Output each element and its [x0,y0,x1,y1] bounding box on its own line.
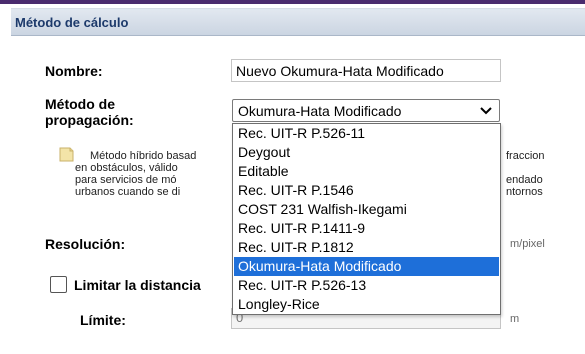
description-line: endado [506,174,543,186]
propagation-method-dropdown[interactable]: Rec. UIT-R P.526-11 Deygout Editable Rec… [232,123,501,315]
name-input[interactable]: Nuevo Okumura-Hata Modificado [231,59,501,82]
dropdown-option[interactable]: Rec. UIT-R P.526-13 [234,276,499,295]
panel-header: Método de cálculo [11,8,585,36]
resolution-label: Resolución: [45,236,126,252]
dropdown-option[interactable]: Rec. UIT-R P.1546 [234,181,499,200]
description-line: ntornos [506,186,543,198]
description-line: fraccion [506,150,545,162]
chevron-down-icon [480,107,492,115]
description-line: urbanos cuando se di [75,186,181,198]
dropdown-option[interactable]: Longley-Rice [234,295,499,314]
resolution-unit: m/pixel [510,238,545,250]
limit-distance-checkbox[interactable] [50,276,67,293]
panel-title: Método de cálculo [15,15,129,30]
select-value: Okumura-Hata Modificado [238,103,402,119]
description-line: en obstáculos, válido [75,162,178,174]
description-line: para servicios de mó [75,174,177,186]
description-line: Método híbrido basad [90,150,197,162]
dropdown-option[interactable]: Rec. UIT-R P.526-11 [234,124,499,143]
limit-unit: m [510,313,520,325]
dropdown-option[interactable]: Rec. UIT-R P.1812 [234,238,499,257]
dropdown-option[interactable]: Rec. UIT-R P.1411-9 [234,219,499,238]
dropdown-option[interactable]: COST 231 Walfish-Ikegami [234,200,499,219]
limit-label: Límite: [80,312,126,328]
limit-distance-label: Limitar la distancia [74,277,201,293]
name-label: Nombre: [45,63,103,79]
method-label-line1: Método de [45,96,115,112]
dropdown-option[interactable]: Editable [234,162,499,181]
method-label-line2: propagación: [45,112,134,128]
dropdown-option-selected[interactable]: Okumura-Hata Modificado [234,257,499,276]
dropdown-option[interactable]: Deygout [234,143,499,162]
propagation-method-select[interactable]: Okumura-Hata Modificado [232,99,500,122]
info-note-icon [59,147,74,162]
